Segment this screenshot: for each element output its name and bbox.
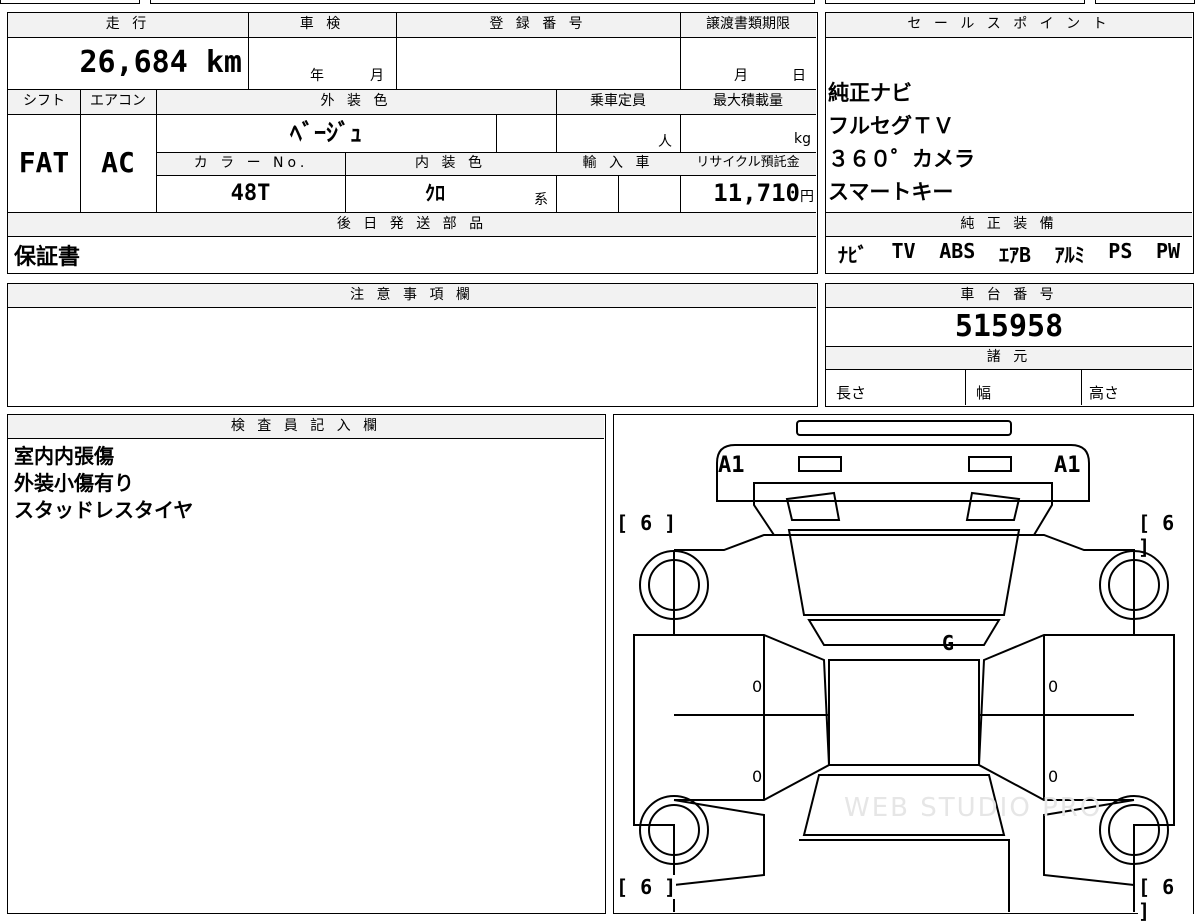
- specs-header: 諸 元: [826, 347, 1192, 369]
- exterior-header: 外 装 色: [156, 90, 556, 114]
- inspector-line-1: 室内内張傷: [14, 444, 114, 468]
- door-right-front-mark: 0: [1048, 677, 1059, 696]
- inspection-header: 車 検: [248, 13, 396, 37]
- later-parts-header: 後 日 発 送 部 品: [8, 213, 816, 236]
- recycle-value: 11,710円: [680, 175, 814, 212]
- inspection-month: 月: [370, 68, 384, 84]
- import-header: 輸 入 車: [556, 153, 680, 175]
- sales-point-4: スマートキー: [828, 180, 954, 204]
- watermark: WEB STUDIO PRO: [844, 793, 1103, 823]
- tire-rear-right: [ 6 ]: [1138, 875, 1193, 923]
- mileage-unit: km: [205, 45, 242, 80]
- interior-header: 内 装 色: [345, 153, 556, 175]
- tire-rear-left: [ 6 ]: [616, 875, 677, 899]
- interior-value: ｸﾛ: [425, 181, 445, 205]
- windshield-mark: G: [942, 631, 955, 655]
- equipment-list: ﾅﾋﾞ TV ABS ｴｱB ｱﾙﾐ PS PW: [826, 239, 1192, 268]
- exterior-value: ﾍﾞｰｼﾞｭ: [290, 119, 362, 147]
- inspection-year: 年: [310, 68, 324, 84]
- deadline-day: 日: [792, 68, 806, 84]
- interior-suffix: 系: [534, 192, 548, 208]
- deadline-header: 譲渡書類期限: [680, 13, 816, 37]
- equipment-item: PW: [1156, 239, 1181, 263]
- car-diagram-box: A1 A1 [ 6 ] [ 6 ] [ 6 ] [ 6 ] G 0 0 0 0 …: [613, 414, 1194, 923]
- damage-mark-front-right: A1: [1054, 453, 1081, 478]
- spec-width-label: 幅: [976, 384, 992, 402]
- capacity-header: 乗車定員: [556, 90, 680, 114]
- top-strip: [0, 0, 1200, 6]
- color-no-value: 48T: [230, 181, 271, 206]
- maxload-unit: kg: [794, 131, 811, 147]
- maxload-header: 最大積載量: [680, 90, 816, 114]
- equipment-item: ｱﾙﾐ: [1054, 243, 1085, 267]
- chassis-header: 車 台 番 号: [826, 284, 1192, 307]
- chassis-number: 515958: [954, 309, 1064, 344]
- inspector-line-3: スタッドレスタイヤ: [14, 498, 194, 522]
- aircon-header: エアコン: [80, 90, 156, 114]
- mileage-value: 26,684 km: [8, 39, 246, 87]
- later-parts-value: 保証書: [14, 245, 81, 270]
- spec-height-label: 高さ: [1089, 384, 1120, 402]
- sales-points-box: セ ー ル ス ポ イ ン ト 純正ナビ フルセグＴＶ ３６０゜カメラ スマート…: [825, 12, 1194, 274]
- capacity-unit: 人: [658, 134, 672, 150]
- equipment-header: 純 正 装 備: [826, 213, 1192, 236]
- equipment-item: TV: [891, 239, 916, 263]
- equipment-item: ｴｱB: [998, 243, 1031, 267]
- caution-header: 注 意 事 項 欄: [8, 284, 816, 307]
- recycle-amount: 11,710: [713, 179, 800, 207]
- shift-value: FAT: [18, 146, 70, 179]
- vehicle-info-table: 走 行 車 検 登 録 番 号 譲渡書類期限 26,684 km 年 月 月 日…: [7, 12, 818, 274]
- chassis-box: 車 台 番 号 515958 諸 元 長さ 幅 高さ: [825, 283, 1194, 407]
- mileage-header: 走 行: [8, 13, 248, 37]
- aircon-value: AC: [101, 146, 135, 179]
- shift-header: シフト: [8, 90, 80, 114]
- car-diagram: [633, 420, 1175, 912]
- sales-point-3: ３６０゜カメラ: [828, 147, 975, 171]
- deadline-month: 月: [734, 68, 748, 84]
- inspector-header: 検 査 員 記 入 欄: [8, 415, 604, 438]
- caution-box: 注 意 事 項 欄: [7, 283, 818, 407]
- equipment-item: ﾅﾋﾞ: [837, 243, 868, 267]
- registration-header: 登 録 番 号: [396, 13, 680, 37]
- door-left-rear-mark: 0: [752, 767, 763, 786]
- sales-point-2: フルセグＴＶ: [828, 114, 954, 138]
- equipment-item: ABS: [939, 239, 976, 263]
- tire-front-right: [ 6 ]: [1138, 511, 1175, 559]
- recycle-header: リサイクル預託金: [680, 153, 816, 175]
- door-right-rear-mark: 0: [1048, 767, 1059, 786]
- color-no-header: カ ラ ー No.: [157, 153, 345, 175]
- tire-front-left: [ 6 ]: [616, 511, 677, 535]
- inspector-line-2: 外装小傷有り: [14, 471, 134, 495]
- equipment-item: PS: [1108, 239, 1133, 263]
- sales-point-1: 純正ナビ: [828, 81, 912, 105]
- mileage-number: 26,684: [79, 45, 188, 80]
- inspector-box: 検 査 員 記 入 欄 室内内張傷 外装小傷有り スタッドレスタイヤ: [7, 414, 606, 914]
- door-left-front-mark: 0: [752, 677, 763, 696]
- sales-header: セ ー ル ス ポ イ ン ト: [826, 13, 1192, 37]
- spec-length-label: 長さ: [836, 384, 867, 402]
- recycle-unit: 円: [800, 189, 814, 205]
- damage-mark-front-left: A1: [718, 453, 745, 478]
